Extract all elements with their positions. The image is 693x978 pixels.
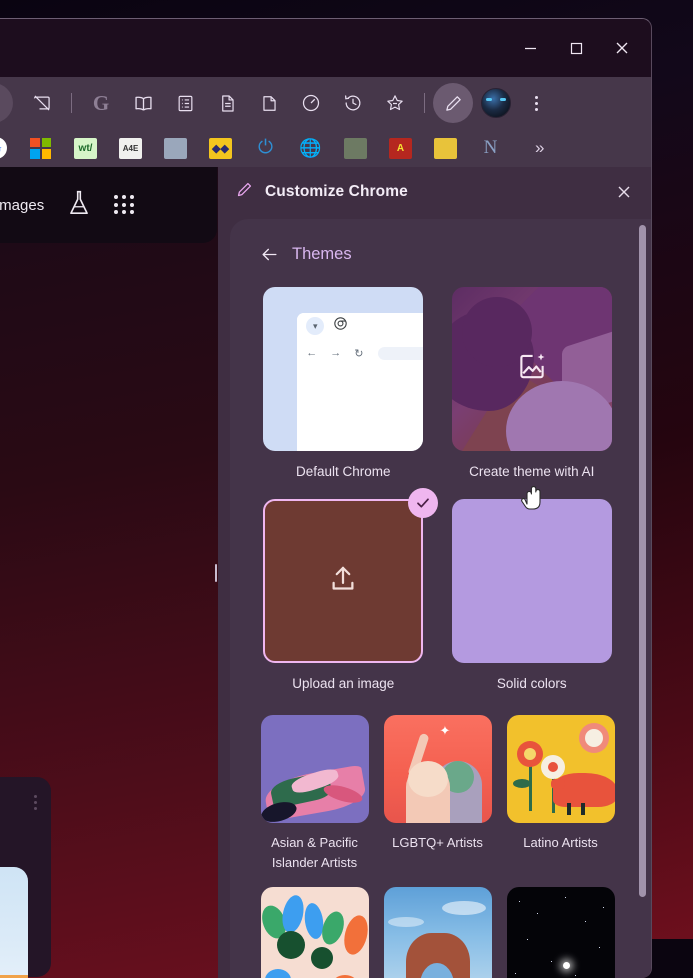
collection-label: Latino Artists — [523, 833, 597, 853]
theme-card-default-chrome[interactable]: ▾ ← → ↻ — [260, 287, 427, 481]
solid-colors-preview — [452, 499, 612, 663]
upload-icon — [328, 564, 358, 599]
ntp-card-menu-icon[interactable] — [34, 795, 37, 810]
side-panel-close-icon[interactable] — [611, 179, 637, 205]
pencil-icon — [236, 181, 253, 203]
close-button[interactable] — [599, 26, 645, 70]
customize-chrome-side-panel: Customize Chrome Themes — [218, 167, 651, 978]
browser-toolbar: G — [0, 77, 651, 129]
reading-list-icon[interactable] — [164, 83, 206, 123]
bookmark-microsoft-icon[interactable] — [18, 133, 63, 163]
browser-window: G G — [0, 18, 652, 978]
minimize-button[interactable] — [507, 26, 553, 70]
side-panel-scroll-area: Themes ▾ — [230, 219, 637, 978]
performance-icon[interactable] — [290, 83, 332, 123]
latino-artists-thumbnail — [507, 715, 615, 823]
ai-image-sparkle-icon — [517, 352, 547, 387]
page-content: Images breadin Custom — [0, 167, 651, 978]
bookmark-amongus-icon[interactable]: A — [378, 133, 423, 163]
main-themes-grid: ▾ ← → ↻ — [260, 287, 615, 693]
night-sky-thumbnail — [507, 887, 615, 978]
theme-card-create-with-ai[interactable]: Create theme with AI — [449, 287, 616, 481]
theme-label: Solid colors — [497, 674, 567, 693]
title-bar — [0, 19, 651, 77]
mini-forward-icon: → — [330, 347, 341, 359]
bookmark-star-icon[interactable] — [0, 83, 13, 123]
theme-card-solid-colors[interactable]: Solid colors — [449, 499, 616, 693]
bookmark-globe-icon[interactable]: 🌐 — [288, 133, 333, 163]
avatar[interactable] — [481, 88, 511, 118]
bookmark-netflix-icon[interactable]: N — [468, 133, 513, 163]
toolbar-separator-1 — [71, 93, 72, 113]
flask-icon[interactable] — [66, 189, 92, 222]
back-arrow-icon[interactable] — [260, 245, 279, 264]
google-lens-icon[interactable]: G — [80, 83, 122, 123]
bookmarks-bar: G wt/ A4E ◆◆ ⏻ 🌐 A N » — [0, 129, 651, 167]
ntp-images-link[interactable]: Images — [0, 197, 44, 214]
document-icon[interactable] — [206, 83, 248, 123]
bookmarks-star-icon[interactable] — [374, 83, 416, 123]
apps-grid-icon[interactable] — [114, 195, 134, 215]
ntp-top-bar: Images — [0, 167, 217, 243]
collection-card-arches[interactable] — [383, 887, 492, 978]
upload-image-preview — [263, 499, 423, 663]
bookmark-a4e-icon[interactable]: A4E — [108, 133, 153, 163]
customize-chrome-icon[interactable] — [433, 83, 473, 123]
page-title: Themes — [292, 245, 352, 264]
ntp-shortcut-tile[interactable]: breadin — [0, 867, 28, 978]
maximize-button[interactable] — [553, 26, 599, 70]
side-panel-scrollbar[interactable] — [639, 225, 646, 978]
chrome-menu-icon[interactable] — [519, 83, 553, 123]
collection-card-api-artists[interactable]: Asian & Pacific Islander Artists — [260, 715, 369, 873]
reading-mode-icon[interactable] — [122, 83, 164, 123]
mini-chevron-icon: ▾ — [306, 317, 324, 335]
theme-label: Upload an image — [292, 674, 394, 693]
side-panel-body: Themes ▾ — [230, 219, 651, 978]
bookmarks-overflow-icon[interactable]: » — [535, 138, 544, 158]
side-panel-title: Customize Chrome — [265, 183, 599, 201]
mini-reload-icon: ↻ — [354, 347, 363, 360]
mini-omnibox — [378, 347, 423, 360]
floral-thumbnail — [261, 887, 369, 978]
arches-thumbnail — [384, 887, 492, 978]
collection-card-lgbtq-artists[interactable]: ✦ LGBTQ+ Artists — [383, 715, 492, 873]
scrollbar-thumb[interactable] — [639, 225, 646, 897]
themes-nav: Themes — [260, 237, 615, 271]
bookmark-book-icon[interactable] — [333, 133, 378, 163]
mini-back-icon: ← — [306, 347, 317, 359]
create-with-ai-preview — [452, 287, 612, 451]
selected-check-icon — [408, 488, 438, 518]
cast-off-icon[interactable] — [21, 83, 63, 123]
page-icon[interactable] — [248, 83, 290, 123]
window-controls — [507, 19, 645, 77]
bookmark-building-icon[interactable] — [153, 133, 198, 163]
default-chrome-preview: ▾ ← → ↻ — [263, 287, 423, 451]
toolbar-separator-2 — [424, 93, 425, 113]
api-artists-thumbnail — [261, 715, 369, 823]
theme-label: Default Chrome — [296, 462, 391, 481]
bookmark-arrows-icon[interactable]: ◆◆ — [198, 133, 243, 163]
lgbtq-artists-thumbnail: ✦ — [384, 715, 492, 823]
collection-card-night-sky[interactable] — [506, 887, 615, 978]
collection-label: LGBTQ+ Artists — [392, 833, 483, 853]
bookmark-wtf-icon[interactable]: wt/ — [63, 133, 108, 163]
history-icon[interactable] — [332, 83, 374, 123]
theme-label: Create theme with AI — [469, 462, 594, 481]
mini-chrome-logo-icon — [334, 317, 347, 335]
collection-card-latino-artists[interactable]: Latino Artists — [506, 715, 615, 873]
side-panel-header: Customize Chrome — [218, 167, 651, 217]
bookmark-castle-icon[interactable] — [423, 133, 468, 163]
bookmark-google-icon[interactable]: G — [0, 133, 18, 163]
collection-card-floral[interactable] — [260, 887, 369, 978]
collection-label: Asian & Pacific Islander Artists — [271, 833, 358, 873]
theme-card-upload-image[interactable]: Upload an image — [260, 499, 427, 693]
bookmark-power-icon[interactable]: ⏻ — [243, 133, 288, 163]
